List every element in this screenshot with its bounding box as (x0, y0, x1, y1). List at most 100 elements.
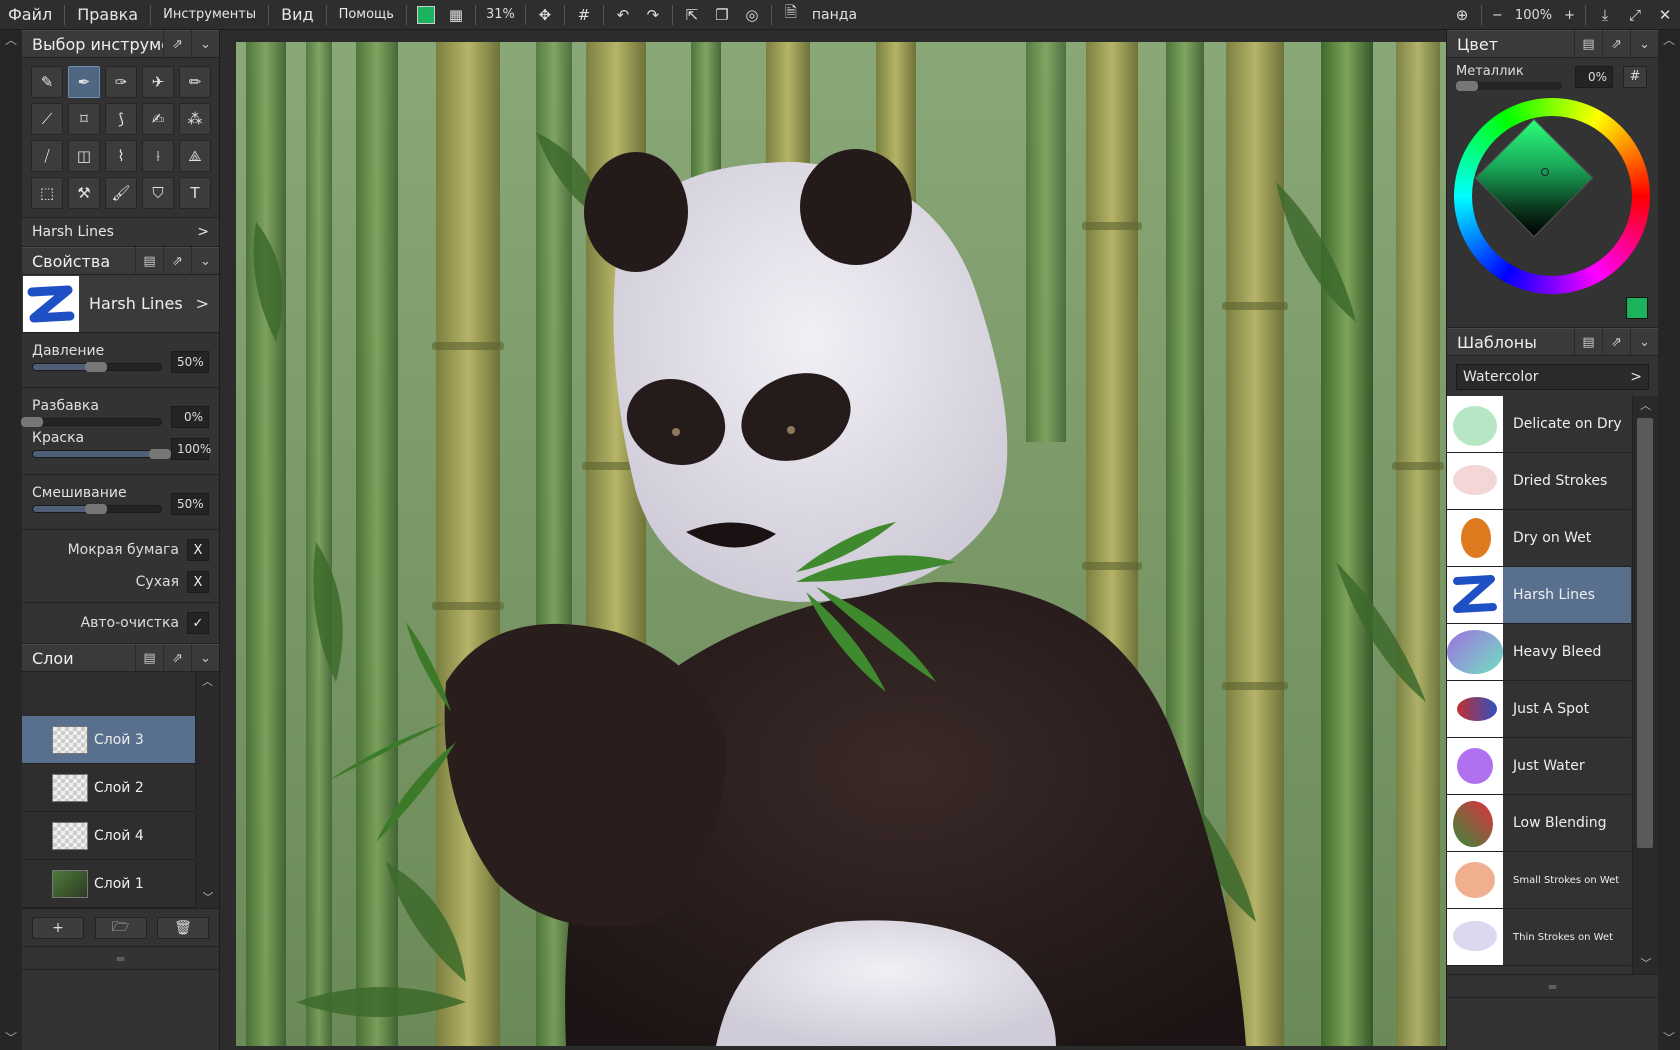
hammer-tool-icon[interactable]: ⚒ (68, 177, 100, 209)
detach-icon[interactable]: ⇗ (1602, 30, 1630, 58)
undo-icon[interactable]: ↶ (610, 2, 636, 28)
slider-track[interactable] (21, 417, 162, 427)
preset-category-select[interactable]: Watercolor > (1456, 364, 1649, 390)
collapse-down-icon[interactable]: ﹀ (1658, 1028, 1680, 1048)
export-icon[interactable]: ⇱ (679, 2, 705, 28)
preset-item[interactable]: Heavy Bleed (1447, 624, 1631, 681)
preset-item[interactable]: Just A Spot (1447, 681, 1631, 738)
pressure-slider[interactable]: Давление 50% (22, 339, 219, 381)
folder-icon[interactable]: 🗁 (94, 916, 147, 939)
color-swatch-button[interactable] (413, 2, 439, 28)
detach-icon[interactable]: ⇗ (163, 247, 191, 275)
detach-icon[interactable]: ⇗ (163, 30, 191, 58)
menu-tools[interactable]: Инструменты (155, 0, 264, 30)
preset-scrollbar[interactable]: ︿ ﹀ (1632, 396, 1658, 974)
preset-item[interactable]: Low Blending (1447, 795, 1631, 852)
preset-item[interactable]: Small Strokes on Wet (1447, 852, 1631, 909)
current-color-swatch[interactable] (1626, 297, 1648, 319)
slider-knob[interactable] (1456, 81, 1478, 91)
scroll-up-icon[interactable]: ︿ (1633, 396, 1658, 416)
preset-item[interactable]: Thin Strokes on Wet (1447, 909, 1631, 966)
pen-tool-icon[interactable]: ✑ (105, 66, 137, 98)
collapse-up-icon[interactable]: ︿ (0, 30, 22, 50)
paint-slider[interactable]: Краска 100% (22, 426, 219, 468)
zoom-in-button[interactable]: + (1558, 8, 1581, 23)
chevron-down-icon[interactable]: ⌄ (191, 247, 219, 275)
ink-tool-icon[interactable]: ⟋ (31, 103, 63, 135)
calligraphy-tool-icon[interactable]: ✍ (142, 103, 174, 135)
scroll-down-icon[interactable]: ﹀ (196, 888, 220, 908)
scroll-down-icon[interactable]: ﹀ (1633, 954, 1659, 974)
auto-clean-checkbox[interactable]: ✓ (187, 612, 209, 634)
chevron-down-icon[interactable]: ⌄ (191, 644, 219, 672)
selection-tool-icon[interactable]: ⬚ (31, 177, 63, 209)
dry-checkbox[interactable]: X (187, 571, 209, 593)
flat-brush-tool-icon[interactable]: ⌑ (68, 103, 100, 135)
add-layer-button[interactable]: + (32, 916, 84, 939)
hue-wheel[interactable] (1454, 98, 1650, 294)
move-icon[interactable]: ✥ (532, 2, 558, 28)
document-icon[interactable]: ▤ (1574, 328, 1602, 356)
pencil-tool-icon[interactable]: ✎ (31, 66, 63, 98)
slider-track[interactable] (32, 362, 162, 372)
collapse-up-icon[interactable]: ︿ (1658, 30, 1680, 50)
slider-value[interactable]: 0% (171, 406, 209, 428)
text-tool-icon[interactable]: T (179, 177, 211, 209)
chevron-down-icon[interactable]: ⌄ (191, 30, 219, 58)
knife-tool-icon[interactable]: ⟊ (142, 140, 174, 172)
painting-canvas[interactable] (236, 42, 1446, 1046)
scroll-up-icon[interactable]: ︿ (196, 672, 219, 692)
layer-row[interactable]: Слой 2 (22, 764, 196, 812)
brush-tool-icon[interactable]: ✒ (68, 66, 100, 98)
preset-item[interactable]: Just Water (1447, 738, 1631, 795)
menu-view[interactable]: Вид (273, 0, 321, 30)
collapse-down-icon[interactable]: ﹀ (0, 1028, 22, 1048)
document-icon[interactable]: ▤ (1574, 30, 1602, 58)
slider-track[interactable] (32, 449, 171, 459)
eraser-tool-icon[interactable]: ◫ (68, 140, 100, 172)
airbrush-tool-icon[interactable]: ✈ (142, 66, 174, 98)
rotate-canvas-icon[interactable]: ⊕ (1449, 2, 1475, 28)
grid-view-icon[interactable]: ▦ (443, 2, 469, 28)
layer-row[interactable]: Слой 1 (22, 860, 196, 908)
preset-item[interactable]: Harsh Lines (1447, 567, 1631, 624)
resize-grip-icon[interactable]: ═ (22, 946, 219, 970)
blending-slider[interactable]: Смешивание 50% (22, 481, 219, 523)
redo-icon[interactable]: ↷ (640, 2, 666, 28)
zoom-out-button[interactable]: − (1486, 8, 1509, 23)
chevron-down-icon[interactable]: ⌄ (1630, 328, 1658, 356)
left-collapse-strip[interactable]: ︿ ﹀ (0, 30, 22, 1050)
layers-scrollbar[interactable]: ︿ ﹀ (195, 672, 219, 908)
document-icon[interactable]: ▤ (135, 247, 163, 275)
chevron-down-icon[interactable]: ⌄ (1630, 30, 1658, 58)
detach-icon[interactable]: ⇗ (163, 644, 191, 672)
spray-tool-icon[interactable]: ⁂ (179, 103, 211, 135)
texture-icon[interactable]: ◎ (739, 2, 765, 28)
metallic-value[interactable]: 0% (1575, 66, 1613, 88)
slider-track[interactable] (32, 504, 162, 514)
resize-grip-icon[interactable]: ═ (1447, 974, 1658, 998)
wet-paper-checkbox[interactable]: X (187, 539, 209, 561)
zoom-readout[interactable]: 31% (480, 7, 521, 22)
fill-tool-icon[interactable]: ⛉ (142, 177, 174, 209)
detach-icon[interactable]: ⇗ (1602, 328, 1630, 356)
color-picker-cursor[interactable] (1541, 168, 1549, 176)
preset-item[interactable]: Dried Strokes (1447, 453, 1631, 510)
menu-help[interactable]: Помощь (331, 0, 402, 30)
layers-stack-icon[interactable]: ❐ (709, 2, 735, 28)
scroll-thumb[interactable] (1637, 418, 1653, 848)
close-icon[interactable]: ✕ (1652, 2, 1678, 28)
marker-tool-icon[interactable]: ✏ (179, 66, 211, 98)
hex-color-button[interactable]: # (1623, 66, 1647, 88)
right-collapse-strip[interactable]: ︿ ﹀ (1658, 30, 1680, 1050)
fullscreen-icon[interactable]: ⤢ (1622, 2, 1648, 28)
slider-knob[interactable] (85, 362, 107, 372)
grid-icon[interactable]: # (571, 2, 597, 28)
slider-value[interactable]: 100% (171, 438, 211, 460)
blend-tool-icon[interactable]: ⟁ (179, 140, 211, 172)
document-icon[interactable]: ▤ (135, 644, 163, 672)
slider-knob[interactable] (149, 449, 171, 459)
preset-item[interactable]: Delicate on Dry (1447, 396, 1631, 453)
slider-value[interactable]: 50% (171, 493, 209, 515)
metallic-slider[interactable] (1456, 81, 1562, 91)
